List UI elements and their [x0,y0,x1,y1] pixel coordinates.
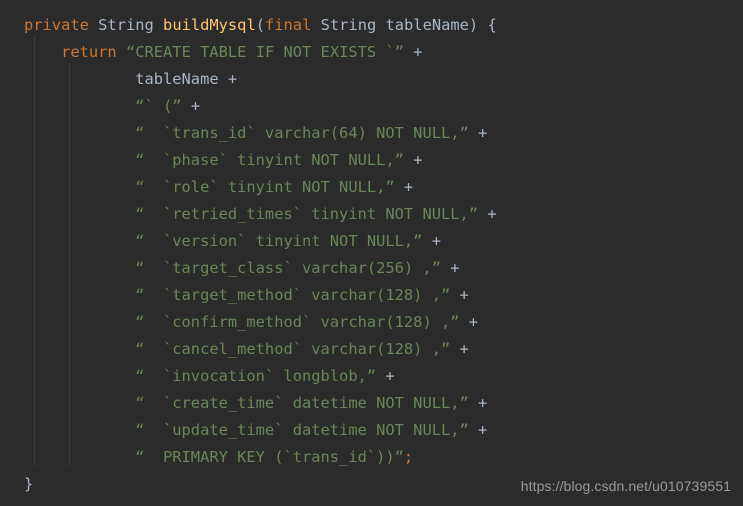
code-token-str: “CREATE TABLE IF NOT EXISTS `” [125,43,404,61]
code-token-str: “ `role` tinyint NOT NULL,” [135,178,395,196]
code-token-str: “ `version` tinyint NOT NULL,” [135,232,423,250]
code-token-op: + [422,232,441,250]
code-line: “ `role` tinyint NOT NULL,” + [0,174,743,201]
code-editor[interactable]: private String buildMysql(final String t… [0,0,743,506]
code-token-op: + [468,394,488,412]
code-token-op: + [181,97,201,115]
code-line: private String buildMysql(final String t… [0,12,743,39]
code-token-semi: ; [403,448,414,466]
code-token-op: + [450,286,469,304]
code-line: “ `create_time` datetime NOT NULL,” + [0,390,743,417]
code-line: tableName + [0,66,743,93]
code-line: “ `trans_id` varchar(64) NOT NULL,” + [0,120,743,147]
code-token-punc: ) { [468,16,497,34]
code-token-str: “ `cancel_method` varchar(128) ,” [135,340,451,358]
code-token-ident: String [98,16,154,34]
code-line: “ `phase` tinyint NOT NULL,” + [0,147,743,174]
code-line: “ `update_time` datetime NOT NULL,” + [0,417,743,444]
code-token-str: “` (” [135,97,182,115]
code-line: “ `target_method` varchar(128) ,” + [0,282,743,309]
code-token-op: + [376,367,395,385]
code-line: “ `confirm_method` varchar(128) ,” + [0,309,743,336]
code-token-str: “ `confirm_method` varchar(128) ,” [135,313,460,331]
code-token-punc [311,16,320,34]
code-token-punc: ( [255,16,265,34]
code-token-ident: String [320,16,377,34]
code-token-op: + [468,124,488,142]
code-line: “ `target_class` varchar(256) ,” + [0,255,743,282]
code-token-ident: tableName [376,16,469,34]
code-token-op: + [403,151,423,169]
code-token-punc [117,43,126,61]
code-block[interactable]: private String buildMysql(final String t… [0,12,743,498]
code-token-str: “ `invocation` longblob,” [135,367,377,385]
watermark-url: https://blog.csdn.net/u010739551 [520,478,731,494]
code-line: “ `version` tinyint NOT NULL,” + [0,228,743,255]
code-token-str: “ `create_time` datetime NOT NULL,” [135,394,469,412]
code-token-op: + [478,205,497,223]
code-token-str: “ `phase` tinyint NOT NULL,” [135,151,404,169]
code-token-op: + [218,70,238,88]
code-token-kw: final [265,16,312,34]
code-token-op: + [403,43,423,61]
code-token-str: “ `target_method` varchar(128) ,” [135,286,451,304]
code-line: return “CREATE TABLE IF NOT EXISTS `” + [0,39,743,66]
code-token-op: + [459,313,479,331]
code-line: “ PRIMARY KEY (`trans_id`))”; [0,444,743,471]
code-token-punc [154,16,163,34]
code-token-kw: return [61,43,117,61]
code-line: “ `cancel_method` varchar(128) ,” + [0,336,743,363]
code-token-op: + [394,178,414,196]
code-line: “ `invocation` longblob,” + [0,363,743,390]
code-token-str: “ `target_class` varchar(256) ,” [135,259,441,277]
code-line: “` (” + [0,93,743,120]
code-token-op: + [450,340,469,358]
code-token-str: “ PRIMARY KEY (`trans_id`))” [135,448,404,466]
code-token-op: + [440,259,460,277]
code-token-punc: } [24,475,34,493]
code-token-str: “ `retried_times` tinyint NOT NULL,” [135,205,479,223]
code-line: “ `retried_times` tinyint NOT NULL,” + [0,201,743,228]
code-token-fn: buildMysql [163,16,256,34]
code-token-ident: tableName [135,70,219,88]
code-token-punc [89,16,98,34]
code-token-str: “ `trans_id` varchar(64) NOT NULL,” [135,124,469,142]
code-token-op: + [468,421,488,439]
code-token-str: “ `update_time` datetime NOT NULL,” [135,421,469,439]
code-token-kw: private [24,16,89,34]
